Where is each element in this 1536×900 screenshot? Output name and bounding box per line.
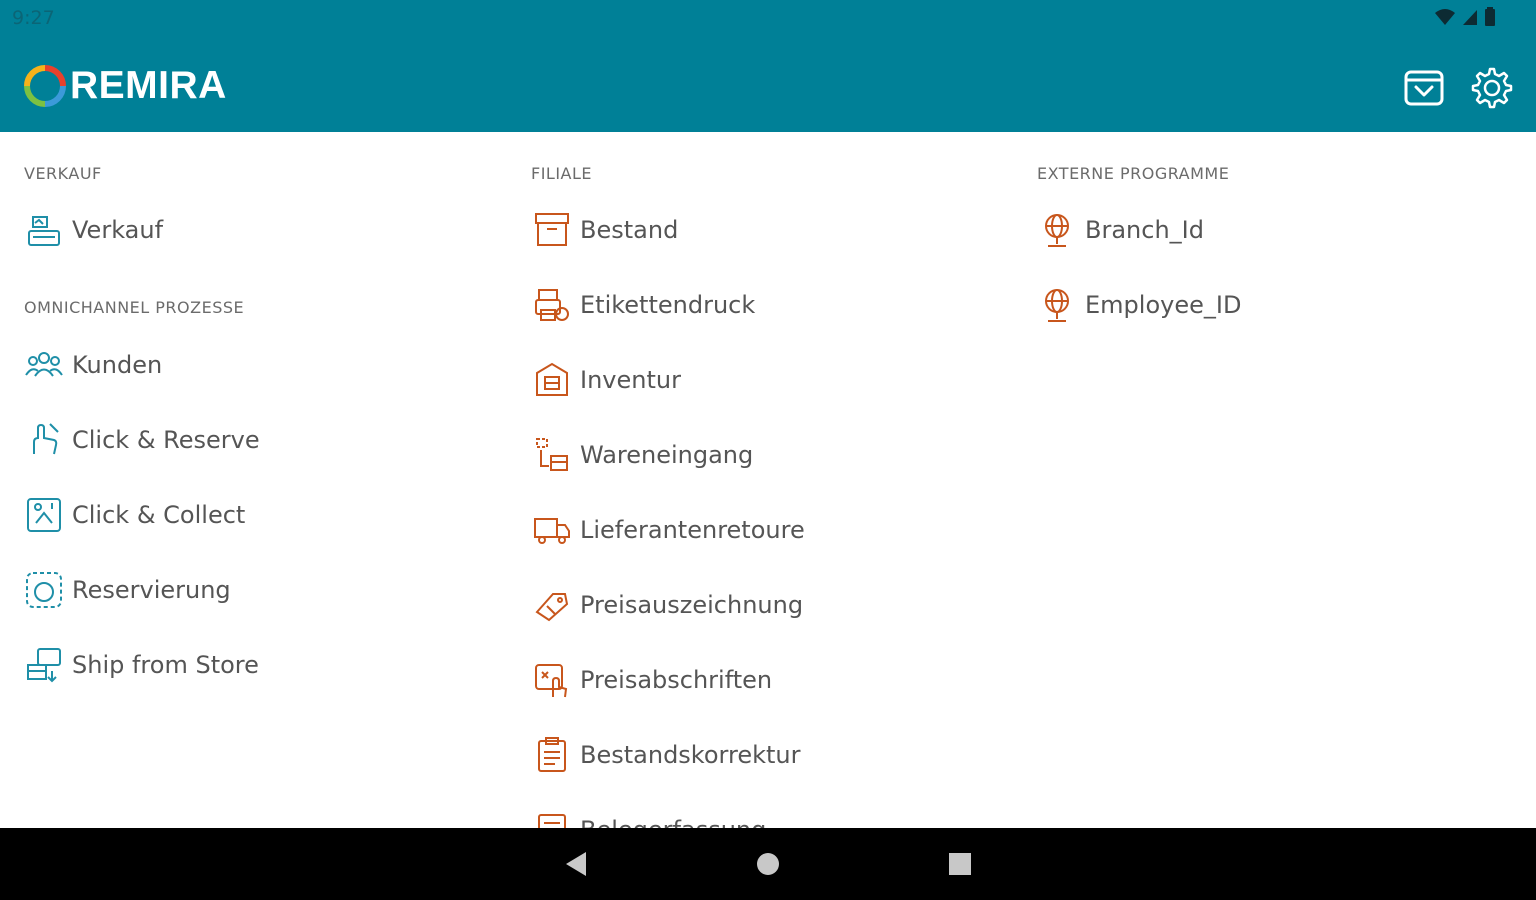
label-print-icon	[532, 285, 572, 325]
system-nav-bar	[0, 828, 1536, 900]
remira-logo-mark-icon	[24, 65, 66, 107]
menu-item-label: Etikettendruck	[580, 291, 756, 319]
cart-icon	[1404, 70, 1444, 106]
menu-item-label: Branch_Id	[1085, 216, 1204, 244]
menu-item-label: Bestand	[580, 216, 679, 244]
battery-icon	[1485, 7, 1495, 26]
home-icon	[757, 853, 779, 875]
cash-register-icon	[24, 210, 64, 250]
menu-item-lieferantenretoure[interactable]: Lieferantenretoure	[532, 510, 805, 550]
back-icon	[566, 852, 586, 876]
menu-item-inventur[interactable]: Inventur	[532, 360, 681, 400]
home-button[interactable]	[752, 848, 784, 884]
menu-item-wareneingang[interactable]: Wareneingang	[532, 435, 753, 475]
menu-item-label: Kunden	[72, 351, 163, 379]
status-bar: 9:27	[0, 0, 1536, 38]
settings-icon	[1471, 67, 1513, 109]
menu-item-click-reserve[interactable]: Click & Reserve	[24, 420, 260, 460]
status-icons	[1434, 7, 1496, 27]
menu-content: VERKAUF Verkauf OMNICHANNEL PROZESSE Kun…	[0, 132, 1536, 828]
menu-item-label: Ship from Store	[72, 651, 259, 679]
status-time: 9:27	[12, 7, 55, 29]
ship-from-store-icon	[24, 645, 64, 685]
menu-item-label: Verkauf	[72, 216, 164, 244]
truck-icon	[532, 510, 572, 550]
menu-item-ship-from-store[interactable]: Ship from Store	[24, 645, 259, 685]
menu-item-label: Bestandskorrektur	[580, 741, 801, 769]
menu-item-label: Belegerfassung	[580, 816, 766, 828]
app-bar: REMIRA	[0, 38, 1536, 132]
menu-item-label: Click & Collect	[72, 501, 246, 529]
menu-item-label: Inventur	[580, 366, 681, 394]
signal-icon	[1463, 10, 1477, 25]
globe-pin-icon	[1037, 210, 1077, 250]
menu-item-preisauszeichnung[interactable]: Preisauszeichnung	[532, 585, 803, 625]
menu-item-employee-id[interactable]: Employee_ID	[1037, 285, 1241, 325]
section-header-externe-programme: EXTERNE PROGRAMME	[1037, 164, 1230, 183]
reservation-icon	[24, 570, 64, 610]
menu-item-belegerfassung[interactable]: Belegerfassung	[532, 810, 766, 828]
cart-button[interactable]	[1402, 66, 1446, 110]
inventory-icon	[532, 360, 572, 400]
section-header-omnichannel: OMNICHANNEL PROZESSE	[24, 298, 245, 317]
remira-logo: REMIRA	[24, 64, 227, 108]
menu-item-bestand[interactable]: Bestand	[532, 210, 678, 250]
settings-button[interactable]	[1470, 66, 1514, 110]
menu-item-branch-id[interactable]: Branch_Id	[1037, 210, 1204, 250]
menu-item-verkauf[interactable]: Verkauf	[24, 210, 163, 250]
clipboard-icon	[532, 735, 572, 775]
archive-box-icon	[532, 210, 572, 250]
menu-item-kunden[interactable]: Kunden	[24, 345, 162, 385]
section-header-verkauf: VERKAUF	[24, 164, 102, 183]
menu-item-reservierung[interactable]: Reservierung	[24, 570, 231, 610]
menu-item-label: Employee_ID	[1085, 291, 1242, 319]
menu-item-label: Reservierung	[72, 576, 231, 604]
globe-pin-icon	[1037, 285, 1077, 325]
menu-item-preisabschriften[interactable]: Preisabschriften	[532, 660, 772, 700]
menu-item-label: Lieferantenretoure	[580, 516, 805, 544]
menu-item-label: Preisauszeichnung	[580, 591, 804, 619]
menu-item-bestandskorrektur[interactable]: Bestandskorrektur	[532, 735, 800, 775]
document-icon	[532, 810, 572, 828]
wifi-icon	[1435, 9, 1455, 25]
customers-icon	[24, 345, 64, 385]
price-tag-icon	[532, 585, 572, 625]
menu-item-etikettendruck[interactable]: Etikettendruck	[532, 285, 755, 325]
menu-item-label: Wareneingang	[580, 441, 754, 469]
back-button[interactable]	[560, 848, 592, 884]
menu-item-click-collect[interactable]: Click & Collect	[24, 495, 245, 535]
recents-icon	[949, 853, 971, 875]
click-reserve-icon	[24, 420, 64, 460]
recents-button[interactable]	[944, 848, 976, 884]
menu-item-label: Click & Reserve	[72, 426, 260, 454]
section-header-filiale: FILIALE	[531, 164, 593, 183]
goods-receipt-icon	[532, 435, 572, 475]
menu-item-label: Preisabschriften	[580, 666, 773, 694]
brand-name: REMIRA	[70, 64, 227, 107]
price-markdown-icon	[532, 660, 572, 700]
click-collect-icon	[24, 495, 64, 535]
